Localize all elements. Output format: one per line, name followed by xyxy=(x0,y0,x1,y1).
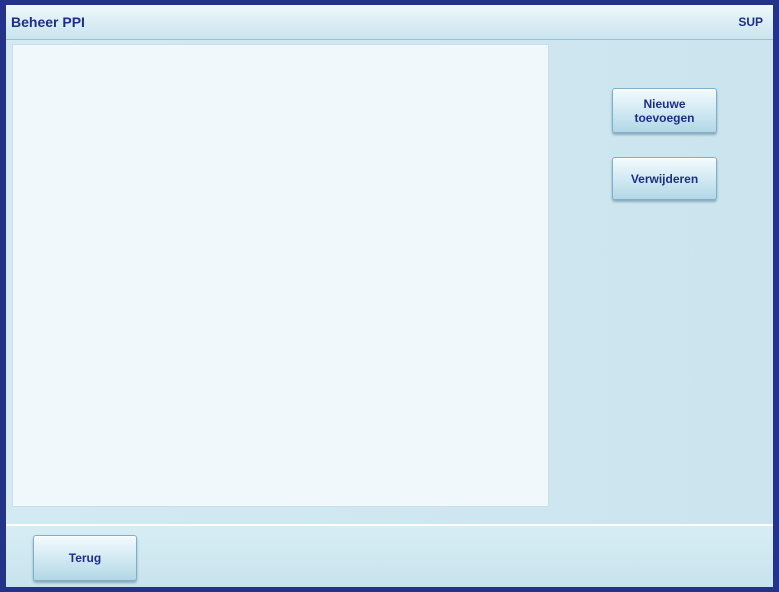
title-bar: Beheer PPI SUP xyxy=(6,5,773,40)
back-button[interactable]: Terug xyxy=(33,535,137,581)
main-area: Nieuwe toevoegen Verwijderen xyxy=(6,40,773,525)
application-window: Beheer PPI SUP Nieuwe toevoegen Verwijde… xyxy=(0,0,779,592)
ppi-list[interactable] xyxy=(12,44,549,507)
delete-button[interactable]: Verwijderen xyxy=(612,157,717,200)
footer-bar: Terug xyxy=(6,526,773,587)
page-title: Beheer PPI xyxy=(11,14,85,30)
user-level-badge: SUP xyxy=(738,15,763,29)
add-new-button[interactable]: Nieuwe toevoegen xyxy=(612,88,717,133)
